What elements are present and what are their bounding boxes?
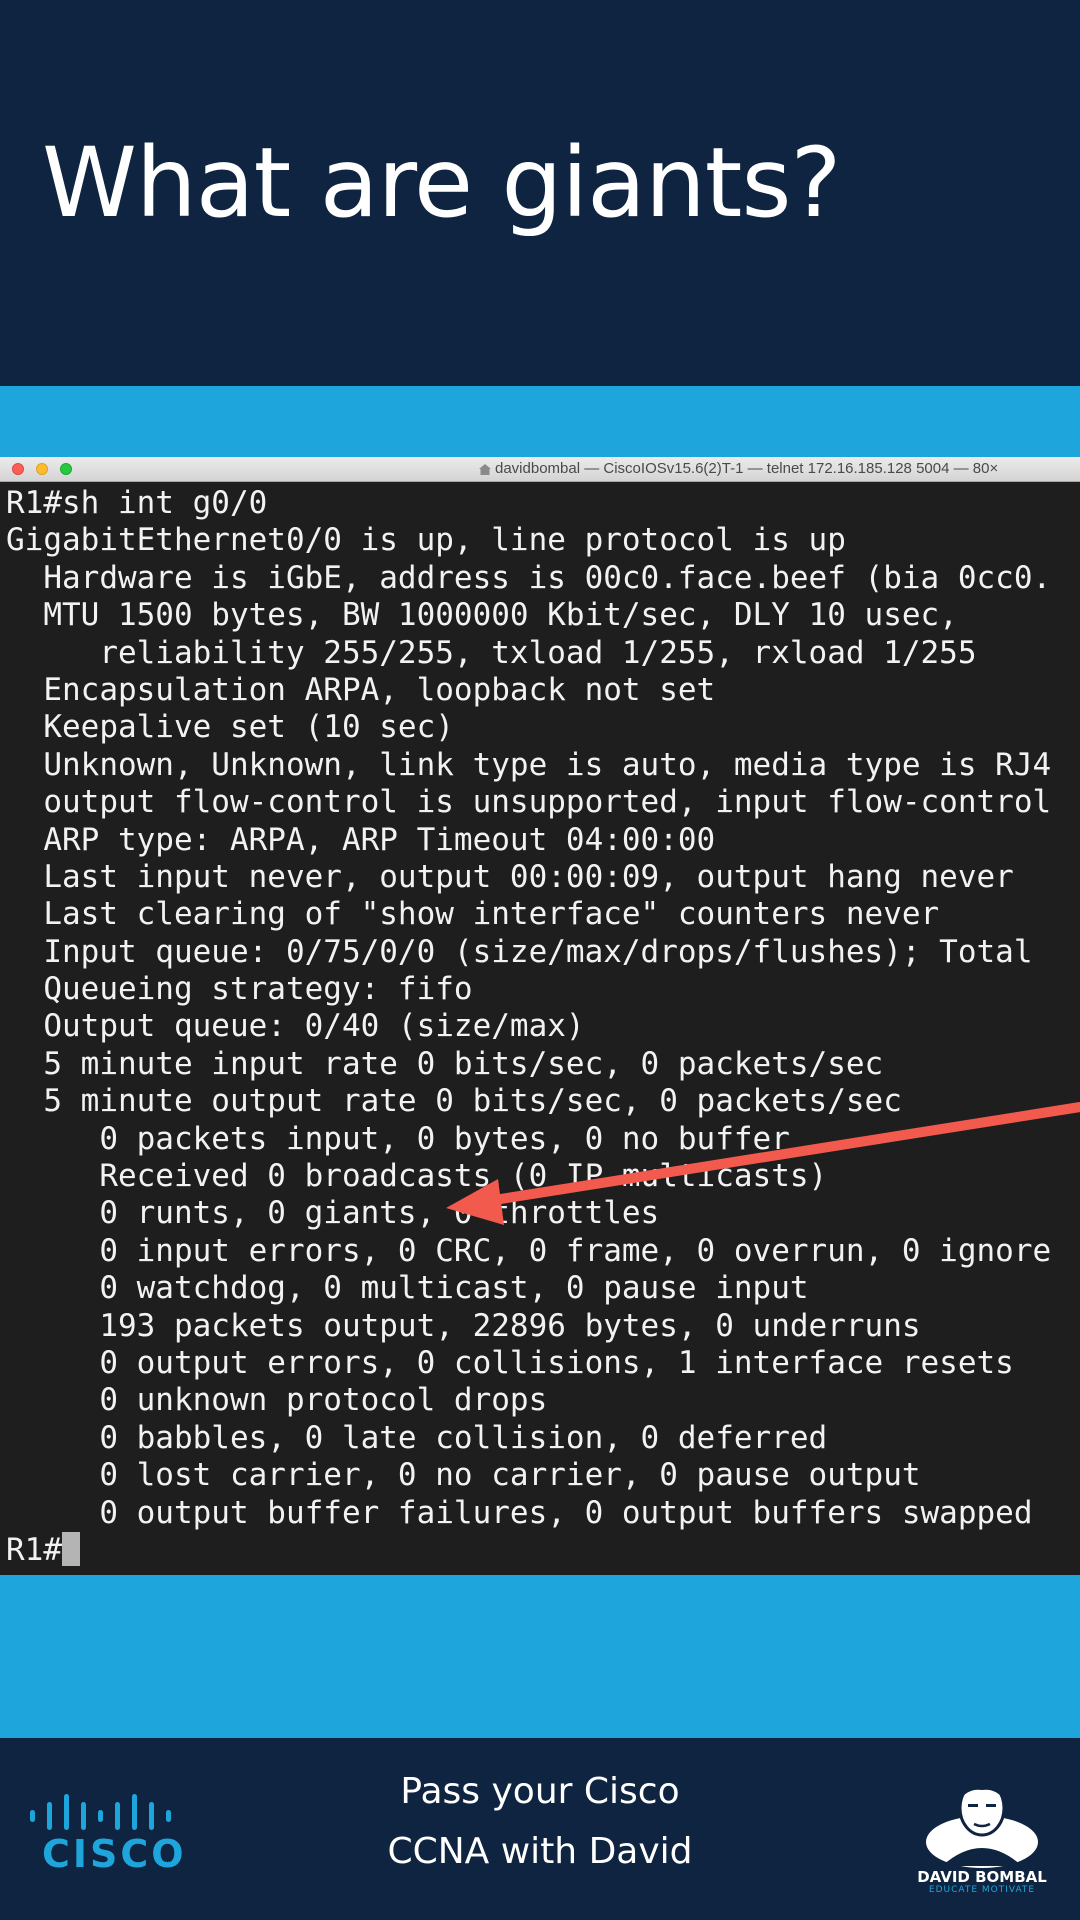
zoom-window-button[interactable] — [60, 463, 72, 475]
terminal-line: MTU 1500 bytes, BW 1000000 Kbit/sec, DLY… — [6, 597, 958, 634]
terminal-line: reliability 255/255, txload 1/255, rxloa… — [6, 634, 977, 671]
terminal-line: Output queue: 0/40 (size/max) — [6, 1008, 585, 1045]
terminal-line: Unknown, Unknown, link type is auto, med… — [6, 746, 1052, 783]
creator-name: DAVID BOMBAL — [917, 1868, 1047, 1886]
terminal-line: 193 packets output, 22896 bytes, 0 under… — [6, 1307, 921, 1344]
terminal-line-giants: 0 runts, 0 giants, 0 throttles — [6, 1195, 660, 1232]
terminal-cursor — [62, 1531, 80, 1566]
header-banner: What are giants? — [0, 0, 1080, 386]
terminal-line: 0 watchdog, 0 multicast, 0 pause input — [6, 1270, 809, 1307]
terminal-line: Keepalive set (10 sec) — [6, 709, 454, 746]
creator-tagline: EDUCATE MOTIVATE — [928, 1885, 1036, 1895]
terminal-output[interactable]: R1#sh int g0/0 GigabitEthernet0/0 is up, … — [6, 485, 1051, 1569]
terminal-line: 0 packets input, 0 bytes, 0 no buffer — [6, 1120, 790, 1157]
terminal-line: R1#sh int g0/0 — [6, 485, 268, 521]
page-title: What are giants? — [42, 127, 841, 239]
close-window-button[interactable] — [12, 463, 24, 475]
minimize-window-button[interactable] — [36, 463, 48, 475]
terminal-line: Last clearing of "show interface" counte… — [6, 896, 940, 933]
terminal-line: 0 lost carrier, 0 no carrier, 0 pause ou… — [6, 1457, 921, 1494]
cisco-wordmark: CISCO — [42, 1832, 187, 1876]
portrait-icon — [926, 1777, 1038, 1868]
terminal-prompt-line[interactable]: R1# — [6, 1531, 1051, 1569]
terminal-line: 0 input errors, 0 CRC, 0 frame, 0 overru… — [6, 1232, 1052, 1269]
terminal-line: Encapsulation ARPA, loopback not set — [6, 671, 716, 708]
terminal-prompt: R1# — [6, 1531, 62, 1568]
terminal-line: 0 babbles, 0 late collision, 0 deferred — [6, 1419, 828, 1456]
terminal-line: GigabitEthernet0/0 is up, line protocol … — [6, 522, 846, 559]
terminal-line: 5 minute output rate 0 bits/sec, 0 packe… — [6, 1083, 902, 1120]
terminal-line: 0 output buffer failures, 0 output buffe… — [6, 1494, 1033, 1531]
terminal-window-title: davidbombal — CiscoIOSv15.6(2)T-1 — teln… — [495, 460, 999, 477]
terminal-line: ARP type: ARPA, ARP Timeout 04:00:00 — [6, 821, 716, 858]
cisco-logo: CISCO ™ — [28, 1790, 184, 1880]
footer-tagline-line2: CCNA with David — [387, 1831, 693, 1872]
terminal-line: 0 output errors, 0 collisions, 1 interfa… — [6, 1344, 1014, 1381]
footer-tagline-line1: Pass your Cisco — [400, 1771, 680, 1812]
terminal-line: 5 minute input rate 0 bits/sec, 0 packet… — [6, 1045, 884, 1082]
trademark-mark: ™ — [162, 1860, 170, 1869]
terminal-line: output flow-control is unsupported, inpu… — [6, 784, 1052, 821]
terminal-line: 0 unknown protocol drops — [6, 1382, 548, 1419]
david-bombal-logo: DAVID BOMBAL EDUCATE MOTIVATE — [912, 1768, 1052, 1918]
terminal-window[interactable]: davidbombal — CiscoIOSv15.6(2)T-1 — teln… — [0, 457, 1080, 1575]
terminal-line: Received 0 broadcasts (0 IP multicasts) — [6, 1158, 828, 1195]
cisco-bars-icon — [30, 1794, 171, 1830]
terminal-line: Hardware is iGbE, address is 00c0.face.b… — [6, 559, 1052, 596]
footer-banner: CISCO ™ Pass your Cisco CCNA with David … — [0, 1738, 1080, 1920]
terminal-titlebar[interactable]: davidbombal — CiscoIOSv15.6(2)T-1 — teln… — [0, 457, 1080, 482]
terminal-line: Last input never, output 00:00:09, outpu… — [6, 858, 1014, 895]
terminal-line: Input queue: 0/75/0/0 (size/max/drops/fl… — [6, 933, 1033, 970]
terminal-line: Queueing strategy: fifo — [6, 971, 473, 1008]
